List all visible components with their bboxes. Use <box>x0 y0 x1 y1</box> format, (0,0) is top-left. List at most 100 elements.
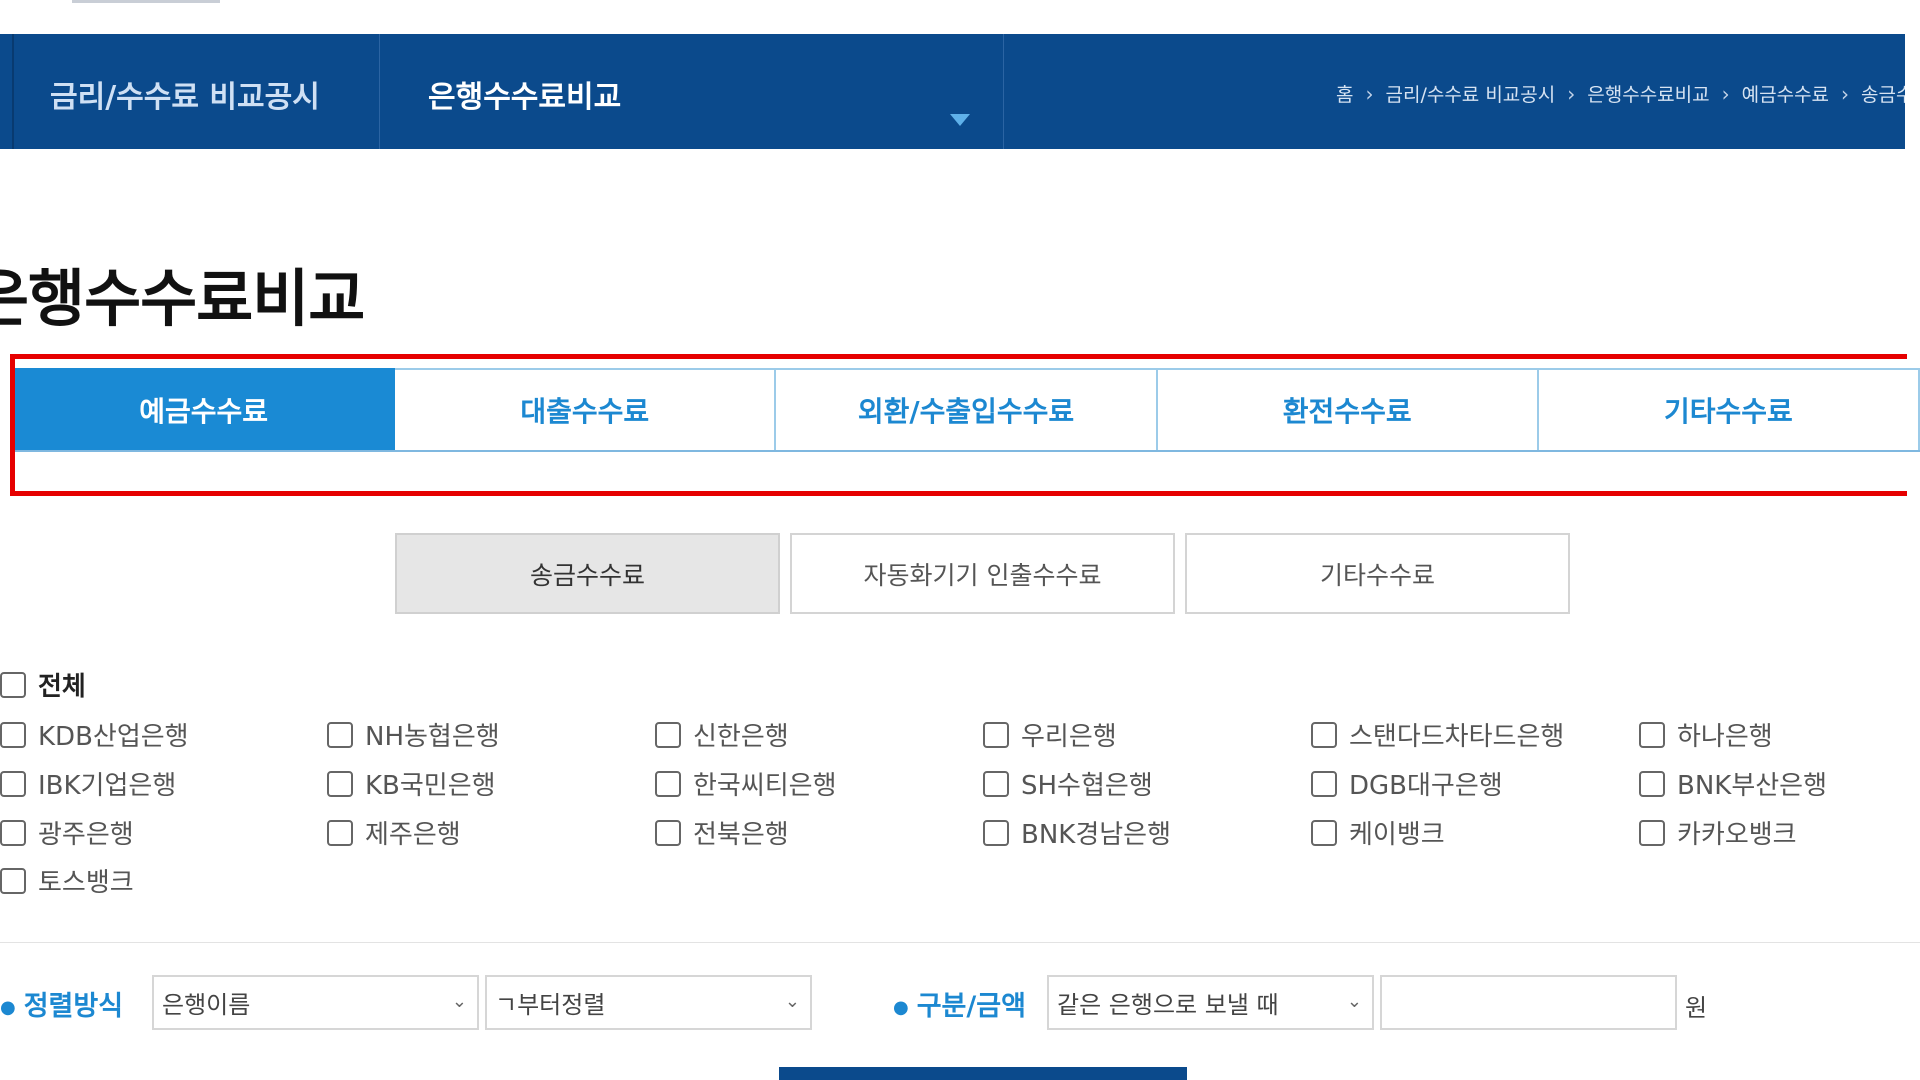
type-amount-label: ● 구분/금액 <box>893 984 1026 1023</box>
logo[interactable] <box>72 0 220 3</box>
bank-label: 스탠다드차타드은행 <box>1349 722 1565 752</box>
bank-checkbox[interactable]: 스탠다드차타드은행 <box>1311 716 1564 753</box>
bank-label: 우리은행 <box>1021 722 1117 752</box>
checkbox[interactable] <box>0 721 26 748</box>
bank-checkbox[interactable]: 토스뱅크 <box>0 862 134 899</box>
subtab-atm-withdrawal-fees[interactable]: 자동화기기 인출수수료 <box>790 533 1175 614</box>
checkbox[interactable] <box>1639 721 1665 748</box>
bank-checkbox[interactable]: 카카오뱅크 <box>1639 814 1797 851</box>
breadcrumb: 홈 › 금리/수수료 비교공시 › 은행수수료비교 › 예금수수료 › 송금수 <box>1336 80 1913 107</box>
divider <box>0 942 1920 943</box>
checkbox[interactable] <box>0 671 26 698</box>
search-button[interactable] <box>779 1067 1187 1080</box>
sort-method-label: ● 정렬방식 <box>0 984 123 1023</box>
chevron-down-icon: ⌄ <box>451 991 467 1012</box>
checkbox-label: 전체 <box>38 672 86 702</box>
checkbox[interactable] <box>327 721 353 748</box>
checkbox[interactable] <box>983 770 1009 797</box>
checkbox[interactable] <box>983 721 1009 748</box>
checkbox[interactable] <box>327 819 353 846</box>
chevron-right-icon: › <box>1721 81 1730 106</box>
bank-label: NH농협은행 <box>365 722 500 752</box>
nav-section-title[interactable]: 금리/수수료 비교공시 <box>50 72 320 116</box>
bank-checkbox[interactable]: BNK경남은행 <box>983 814 1171 851</box>
nav-edge <box>1905 34 1920 149</box>
bank-label: BNK부산은행 <box>1677 771 1828 801</box>
bank-label: 제주은행 <box>365 820 461 850</box>
breadcrumb-item[interactable]: 금리/수수료 비교공시 <box>1385 80 1555 107</box>
bank-label: 케이뱅크 <box>1349 820 1445 850</box>
checkbox[interactable] <box>1639 819 1665 846</box>
checkbox-all[interactable]: 전체 <box>0 666 86 703</box>
sort-method-text: 정렬방식 <box>23 991 124 1022</box>
bank-checkbox[interactable]: 제주은행 <box>327 814 461 851</box>
bank-checkbox[interactable]: NH농협은행 <box>327 716 500 753</box>
bank-label: KB국민은행 <box>365 771 496 801</box>
bank-label: 하나은행 <box>1677 722 1773 752</box>
sort-by-value: 은행이름 <box>162 991 251 1019</box>
bank-label: 토스뱅크 <box>38 868 134 898</box>
bank-label: KDB산업은행 <box>38 722 189 752</box>
page-title: 은행수수료비교 <box>0 262 365 335</box>
bank-checkbox[interactable]: 신한은행 <box>655 716 789 753</box>
bank-checkbox[interactable]: BNK부산은행 <box>1639 765 1827 802</box>
page: 금리/수수료 비교공시 은행수수료비교 홈 › 금리/수수료 비교공시 › 은행… <box>0 0 1920 1080</box>
bank-label: IBK기업은행 <box>38 771 177 801</box>
bank-checkbox[interactable]: KDB산업은행 <box>0 716 189 753</box>
bank-label: SH수협은행 <box>1021 771 1153 801</box>
amount-input[interactable] <box>1380 975 1677 1030</box>
sort-order-select[interactable]: ㄱ부터정렬 ⌄ <box>485 975 812 1030</box>
bank-checkbox[interactable]: 한국씨티은행 <box>655 765 837 802</box>
checkbox[interactable] <box>0 819 26 846</box>
bank-label: DGB대구은행 <box>1349 771 1503 801</box>
checkbox[interactable] <box>0 770 26 797</box>
bank-checkbox[interactable]: SH수협은행 <box>983 765 1153 802</box>
sort-by-select[interactable]: 은행이름 ⌄ <box>152 975 479 1030</box>
checkbox[interactable] <box>1311 819 1337 846</box>
checkbox[interactable] <box>0 867 26 894</box>
site-header-strip <box>0 0 1920 34</box>
fee-subtabs: 송금수수료 자동화기기 인출수수료 기타수수료 <box>395 533 1570 614</box>
bank-checkbox[interactable]: 광주은행 <box>0 814 134 851</box>
chevron-right-icon: › <box>1841 81 1850 106</box>
breadcrumb-home[interactable]: 홈 <box>1336 80 1353 107</box>
bullet-icon: ● <box>0 997 16 1018</box>
bank-checkbox[interactable]: KB국민은행 <box>327 765 496 802</box>
bank-checkbox[interactable]: 전북은행 <box>655 814 789 851</box>
checkbox[interactable] <box>655 721 681 748</box>
checkbox[interactable] <box>655 819 681 846</box>
checkbox[interactable] <box>655 770 681 797</box>
bank-checkbox[interactable]: 케이뱅크 <box>1311 814 1445 851</box>
breadcrumb-item[interactable]: 예금수수료 <box>1742 80 1829 107</box>
bullet-icon: ● <box>893 997 909 1018</box>
bank-label: 광주은행 <box>38 820 134 850</box>
breadcrumb-item[interactable]: 은행수수료비교 <box>1587 80 1709 107</box>
checkbox[interactable] <box>1311 721 1337 748</box>
bank-checkbox[interactable]: 하나은행 <box>1639 716 1773 753</box>
checkbox[interactable] <box>983 819 1009 846</box>
nav-page-select[interactable]: 은행수수료비교 <box>428 72 621 116</box>
sort-order-value: ㄱ부터정렬 <box>495 991 606 1019</box>
subtab-remittance-fees[interactable]: 송금수수료 <box>395 533 780 614</box>
checkbox[interactable] <box>1311 770 1337 797</box>
transfer-type-select[interactable]: 같은 은행으로 보낼 때 ⌄ <box>1047 975 1374 1030</box>
chevron-down-icon[interactable] <box>950 114 970 126</box>
highlight-annotation <box>10 354 1907 496</box>
chevron-down-icon: ⌄ <box>1346 991 1362 1012</box>
bank-checkbox[interactable]: IBK기업은행 <box>0 765 176 802</box>
amount-unit: 원 <box>1685 994 1708 1022</box>
bank-checkbox[interactable]: DGB대구은행 <box>1311 765 1503 802</box>
checkbox[interactable] <box>1639 770 1665 797</box>
chevron-right-icon: › <box>1365 81 1374 106</box>
checkbox[interactable] <box>327 770 353 797</box>
nav-divider <box>1003 34 1004 149</box>
chevron-right-icon: › <box>1567 81 1576 106</box>
type-amount-text: 구분/금액 <box>916 991 1026 1022</box>
bank-label: 한국씨티은행 <box>693 771 837 801</box>
bank-label: 전북은행 <box>693 820 789 850</box>
bank-checkbox[interactable]: 우리은행 <box>983 716 1117 753</box>
subtab-other-fees[interactable]: 기타수수료 <box>1185 533 1570 614</box>
nav-divider <box>12 34 14 149</box>
bank-label: 신한은행 <box>693 722 789 752</box>
chevron-down-icon: ⌄ <box>784 991 800 1012</box>
